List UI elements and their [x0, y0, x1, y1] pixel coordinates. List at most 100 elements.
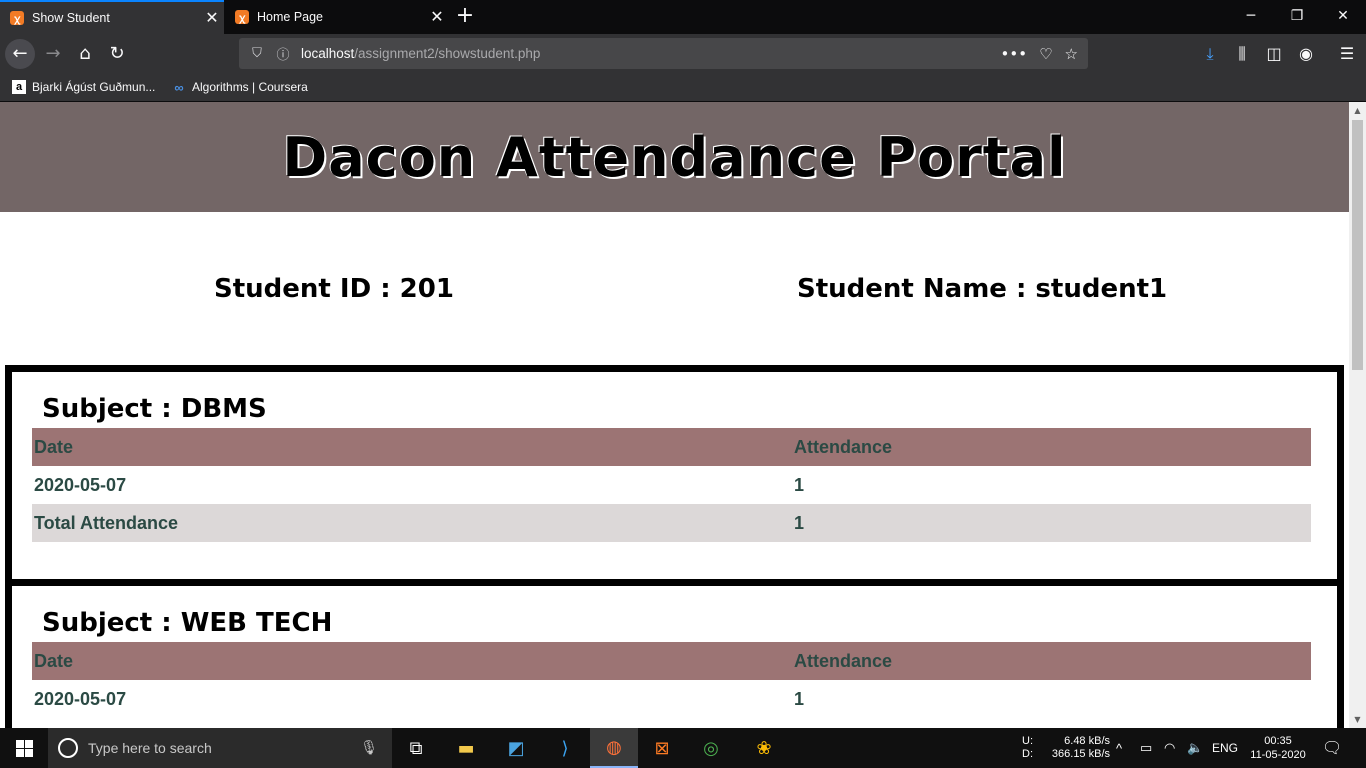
- attendance-table: Date Attendance 2020-05-07 1: [32, 642, 1311, 718]
- page-actions-icon[interactable]: •••: [1001, 45, 1028, 63]
- clock[interactable]: 00:35 11-05-2020: [1250, 728, 1306, 768]
- library-icon[interactable]: ⫼: [1231, 44, 1253, 66]
- student-id: Student ID : 201: [214, 274, 454, 304]
- attendance-table: Date Attendance 2020-05-07 1 Total Atten…: [32, 428, 1311, 542]
- attendance-cell: 1: [794, 474, 805, 495]
- date-cell: 2020-05-07: [34, 474, 127, 495]
- navigation-toolbar: ← → ⌂ ↻ ⛉ ⓘ localhost/assignment2/showst…: [0, 34, 1366, 74]
- downloads-icon[interactable]: ⤓: [1199, 44, 1221, 66]
- desktop-app-icon[interactable]: ◩: [492, 728, 540, 768]
- search-placeholder: Type here to search: [88, 740, 212, 756]
- xampp-icon: ꭓ: [235, 10, 249, 24]
- page-viewport: Dacon Attendance Portal Student ID : 201…: [0, 102, 1349, 728]
- subject-heading: Subject : WEB TECH: [42, 608, 333, 638]
- url-path: /assignment2/showstudent.php: [354, 46, 541, 61]
- clock-date: 11-05-2020: [1250, 749, 1306, 761]
- home-button[interactable]: ⌂: [70, 39, 100, 69]
- bookmark-label: Bjarki Ágúst Guðmun...: [32, 80, 156, 94]
- table-header-row: Date Attendance: [32, 428, 1311, 466]
- language-indicator[interactable]: ENG: [1212, 728, 1238, 768]
- table-row: 2020-05-07 1: [32, 680, 1311, 718]
- taskbar-search-box[interactable]: Type here to search 🎙: [48, 728, 392, 768]
- column-header-attendance: Attendance: [792, 428, 1311, 466]
- bookmark-item[interactable]: ∞ Algorithms | Coursera: [172, 79, 308, 95]
- total-label: Total Attendance: [32, 504, 792, 542]
- tab-show-student[interactable]: ꭓ Show Student ✕: [0, 0, 224, 34]
- upload-speed: 6.48 kB/s: [1064, 735, 1110, 747]
- pocket-icon[interactable]: ♡: [1039, 45, 1052, 63]
- tab-title: Show Student: [32, 11, 110, 25]
- new-tab-button[interactable]: +: [452, 4, 478, 30]
- subject-panel-inner: Subject : WEB TECH Date Attendance 2020-…: [12, 586, 1337, 728]
- close-tab-icon[interactable]: ✕: [200, 8, 224, 28]
- firefox-icon[interactable]: ◍: [590, 728, 638, 768]
- file-explorer-icon[interactable]: ▬: [442, 728, 490, 768]
- url-text[interactable]: localhost/assignment2/showstudent.php: [301, 46, 540, 61]
- url-host: localhost: [301, 46, 355, 61]
- clock-time: 00:35: [1264, 735, 1292, 747]
- info-icon[interactable]: ⓘ: [275, 44, 291, 63]
- subject-panel: Subject : WEB TECH Date Attendance 2020-…: [5, 579, 1344, 728]
- column-header-attendance: Attendance: [792, 642, 1311, 680]
- reload-button[interactable]: ↻: [102, 39, 132, 69]
- xampp-taskbar-icon[interactable]: ⊠: [638, 728, 686, 768]
- tab-title: Home Page: [257, 10, 324, 24]
- account-icon[interactable]: ◉: [1295, 44, 1317, 66]
- scrollbar-thumb[interactable]: [1352, 120, 1363, 370]
- show-hidden-icons-icon[interactable]: ^: [1116, 728, 1122, 768]
- page-title: Dacon Attendance Portal: [282, 125, 1067, 189]
- close-tab-icon[interactable]: ✕: [425, 7, 449, 27]
- subject-heading: Subject : DBMS: [42, 394, 267, 424]
- scroll-down-arrow-icon[interactable]: ▼: [1349, 711, 1366, 728]
- amazon-a-icon: a: [12, 80, 26, 94]
- column-header-date: Date: [32, 642, 792, 680]
- tab-strip: ꭓ Show Student ✕ ꭓ Home Page ✕ + ─ ❐ ✕: [0, 0, 1366, 34]
- column-header-date: Date: [32, 428, 792, 466]
- back-button[interactable]: ←: [5, 39, 35, 69]
- vertical-scrollbar[interactable]: ▲ ▼: [1349, 102, 1366, 728]
- net-speed-labels: U: D:: [1022, 728, 1033, 768]
- cortana-icon: [58, 738, 78, 758]
- bookmark-label: Algorithms | Coursera: [192, 80, 308, 94]
- bookmarks-toolbar: a Bjarki Ágúst Guðmun... ∞ Algorithms | …: [0, 74, 1366, 102]
- scroll-up-arrow-icon[interactable]: ▲: [1349, 102, 1366, 119]
- restore-button[interactable]: ❐: [1274, 0, 1320, 34]
- start-button[interactable]: [0, 728, 48, 768]
- table-row: 2020-05-07 1: [32, 466, 1311, 504]
- download-speed: 366.15 kB/s: [1051, 748, 1110, 760]
- xampp-icon: ꭓ: [10, 11, 24, 25]
- attendance-cell: 1: [794, 688, 805, 709]
- bookmark-star-icon[interactable]: ☆: [1065, 45, 1078, 63]
- forward-button[interactable]: →: [38, 39, 68, 69]
- windows-logo-icon: [15, 739, 33, 757]
- microphone-icon[interactable]: 🎙: [360, 740, 378, 756]
- close-window-button[interactable]: ✕: [1320, 0, 1366, 34]
- volume-icon[interactable]: 🔈: [1187, 728, 1203, 768]
- task-view-icon[interactable]: ⧉: [392, 728, 440, 768]
- tab-home-page[interactable]: ꭓ Home Page ✕: [225, 0, 449, 34]
- net-speed-values: 6.48 kB/s 366.15 kB/s: [1050, 728, 1110, 768]
- menu-icon[interactable]: ☰: [1336, 44, 1358, 66]
- uc-browser-icon[interactable]: ❀: [740, 728, 788, 768]
- subject-panel-inner: Subject : DBMS Date Attendance 2020-05-0…: [12, 372, 1337, 579]
- portal-header: Dacon Attendance Portal: [0, 102, 1349, 212]
- sidebar-icon[interactable]: ◫: [1263, 44, 1285, 66]
- minimize-button[interactable]: ─: [1228, 0, 1274, 34]
- chrome-icon[interactable]: ◎: [687, 728, 735, 768]
- subject-panel: Subject : DBMS Date Attendance 2020-05-0…: [5, 365, 1344, 586]
- battery-icon[interactable]: ▭: [1140, 728, 1152, 768]
- address-bar[interactable]: ⛉ ⓘ localhost/assignment2/showstudent.ph…: [239, 38, 1088, 69]
- coursera-icon: ∞: [174, 79, 184, 95]
- wifi-icon[interactable]: ◠: [1164, 728, 1175, 768]
- bookmark-item[interactable]: a Bjarki Ágúst Guðmun...: [12, 80, 155, 94]
- windows-taskbar: Type here to search 🎙 ⧉ ▬ ◩ ⟩ ◍ ⊠ ◎ ❀ U:…: [0, 728, 1366, 768]
- upload-label: U:: [1022, 735, 1033, 747]
- vscode-icon[interactable]: ⟩: [541, 728, 589, 768]
- date-cell: 2020-05-07: [34, 688, 127, 709]
- total-row: Total Attendance 1: [32, 504, 1311, 542]
- notifications-icon[interactable]: 🗨: [1322, 728, 1342, 768]
- total-value: 1: [792, 504, 1311, 542]
- student-name: Student Name : student1: [797, 274, 1168, 304]
- table-header-row: Date Attendance: [32, 642, 1311, 680]
- shield-icon[interactable]: ⛉: [249, 46, 265, 61]
